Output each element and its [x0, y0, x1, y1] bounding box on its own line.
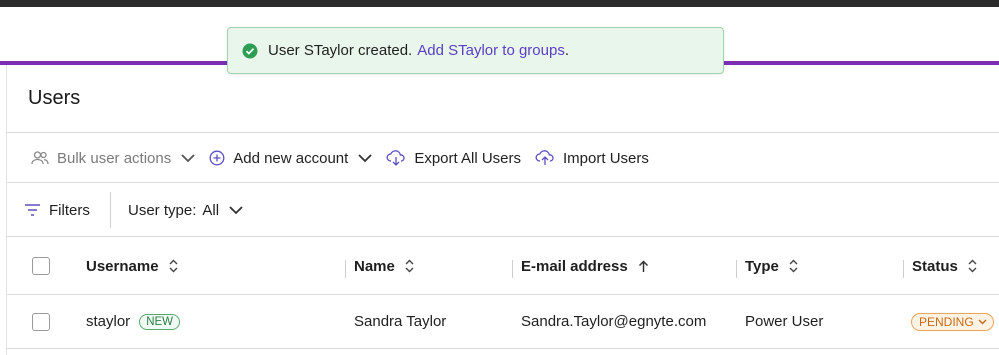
column-name-label: Name — [354, 257, 395, 275]
column-status-label: Status — [912, 257, 958, 275]
sort-icon — [169, 259, 178, 273]
success-toast: User STaylor created. Add STaylor to gro… — [227, 27, 724, 74]
column-username[interactable]: Username — [86, 237, 178, 295]
toolbar: Bulk user actions Add new account Export… — [7, 133, 999, 183]
column-email-label: E-mail address — [521, 257, 628, 275]
table-row[interactable]: staylor NEW Sandra Taylor Sandra.Taylor@… — [7, 295, 999, 348]
sort-icon — [968, 259, 977, 273]
sort-icon — [789, 259, 798, 273]
bulk-user-actions-label: Bulk user actions — [57, 149, 172, 167]
status-text: PENDING — [919, 314, 974, 329]
row-checkbox[interactable] — [32, 313, 50, 331]
import-users-button[interactable]: Import Users — [535, 150, 649, 167]
users-panel: Users Bulk user actions Add new account … — [6, 65, 999, 355]
check-circle-icon — [242, 43, 258, 58]
new-badge: NEW — [139, 313, 181, 330]
column-separator — [736, 260, 737, 278]
toast-suffix: . — [564, 42, 569, 59]
column-status[interactable]: Status — [912, 237, 977, 295]
cell-username: staylor NEW — [86, 295, 181, 348]
user-type-value: All — [202, 201, 220, 219]
username-text: staylor — [86, 313, 131, 330]
filters-button[interactable]: Filters — [7, 192, 111, 228]
cell-name: Sandra Taylor — [354, 313, 447, 330]
toast-message: User STaylor created. — [268, 42, 413, 59]
export-all-users-label: Export All Users — [414, 149, 522, 167]
sort-icon — [405, 259, 414, 273]
chevron-down-icon — [229, 205, 243, 214]
cell-status: PENDING — [911, 295, 994, 348]
column-type[interactable]: Type — [745, 237, 798, 295]
plus-circle-icon — [209, 150, 225, 166]
sort-ascending-icon — [638, 259, 648, 272]
column-separator — [512, 260, 513, 278]
user-type-label: User type: — [128, 201, 197, 219]
export-all-users-button[interactable]: Export All Users — [386, 150, 521, 167]
column-username-label: Username — [86, 257, 159, 275]
column-separator — [903, 260, 904, 278]
chevron-down-icon — [978, 319, 987, 324]
page-title: Users — [28, 87, 81, 109]
cell-email: Sandra.Taylor@egnyte.com — [521, 313, 707, 330]
top-bar — [0, 0, 999, 7]
filter-icon — [25, 204, 40, 216]
user-type-dropdown[interactable]: User type: All — [111, 202, 243, 219]
column-email[interactable]: E-mail address — [521, 237, 649, 295]
cloud-download-icon — [386, 150, 405, 166]
table-header: Username Name E-mail address Type Status — [7, 237, 999, 295]
add-to-groups-link[interactable]: Add STaylor to groups — [417, 42, 565, 59]
chevron-down-icon — [181, 153, 195, 162]
cell-type: Power User — [745, 313, 824, 330]
cloud-upload-icon — [535, 150, 554, 165]
filters-label: Filters — [49, 201, 90, 219]
add-new-account-label: Add new account — [233, 149, 349, 167]
chevron-down-icon — [358, 153, 372, 162]
column-type-label: Type — [745, 257, 779, 275]
add-new-account-button[interactable]: Add new account — [209, 150, 372, 167]
divider — [7, 348, 999, 349]
users-icon — [31, 151, 49, 165]
select-all-checkbox[interactable] — [32, 257, 50, 275]
column-separator — [345, 260, 346, 278]
status-badge[interactable]: PENDING — [911, 312, 994, 331]
column-name[interactable]: Name — [354, 237, 414, 295]
bulk-user-actions-button[interactable]: Bulk user actions — [31, 150, 195, 167]
filter-bar: Filters User type: All — [7, 183, 999, 237]
import-users-label: Import Users — [563, 149, 649, 167]
